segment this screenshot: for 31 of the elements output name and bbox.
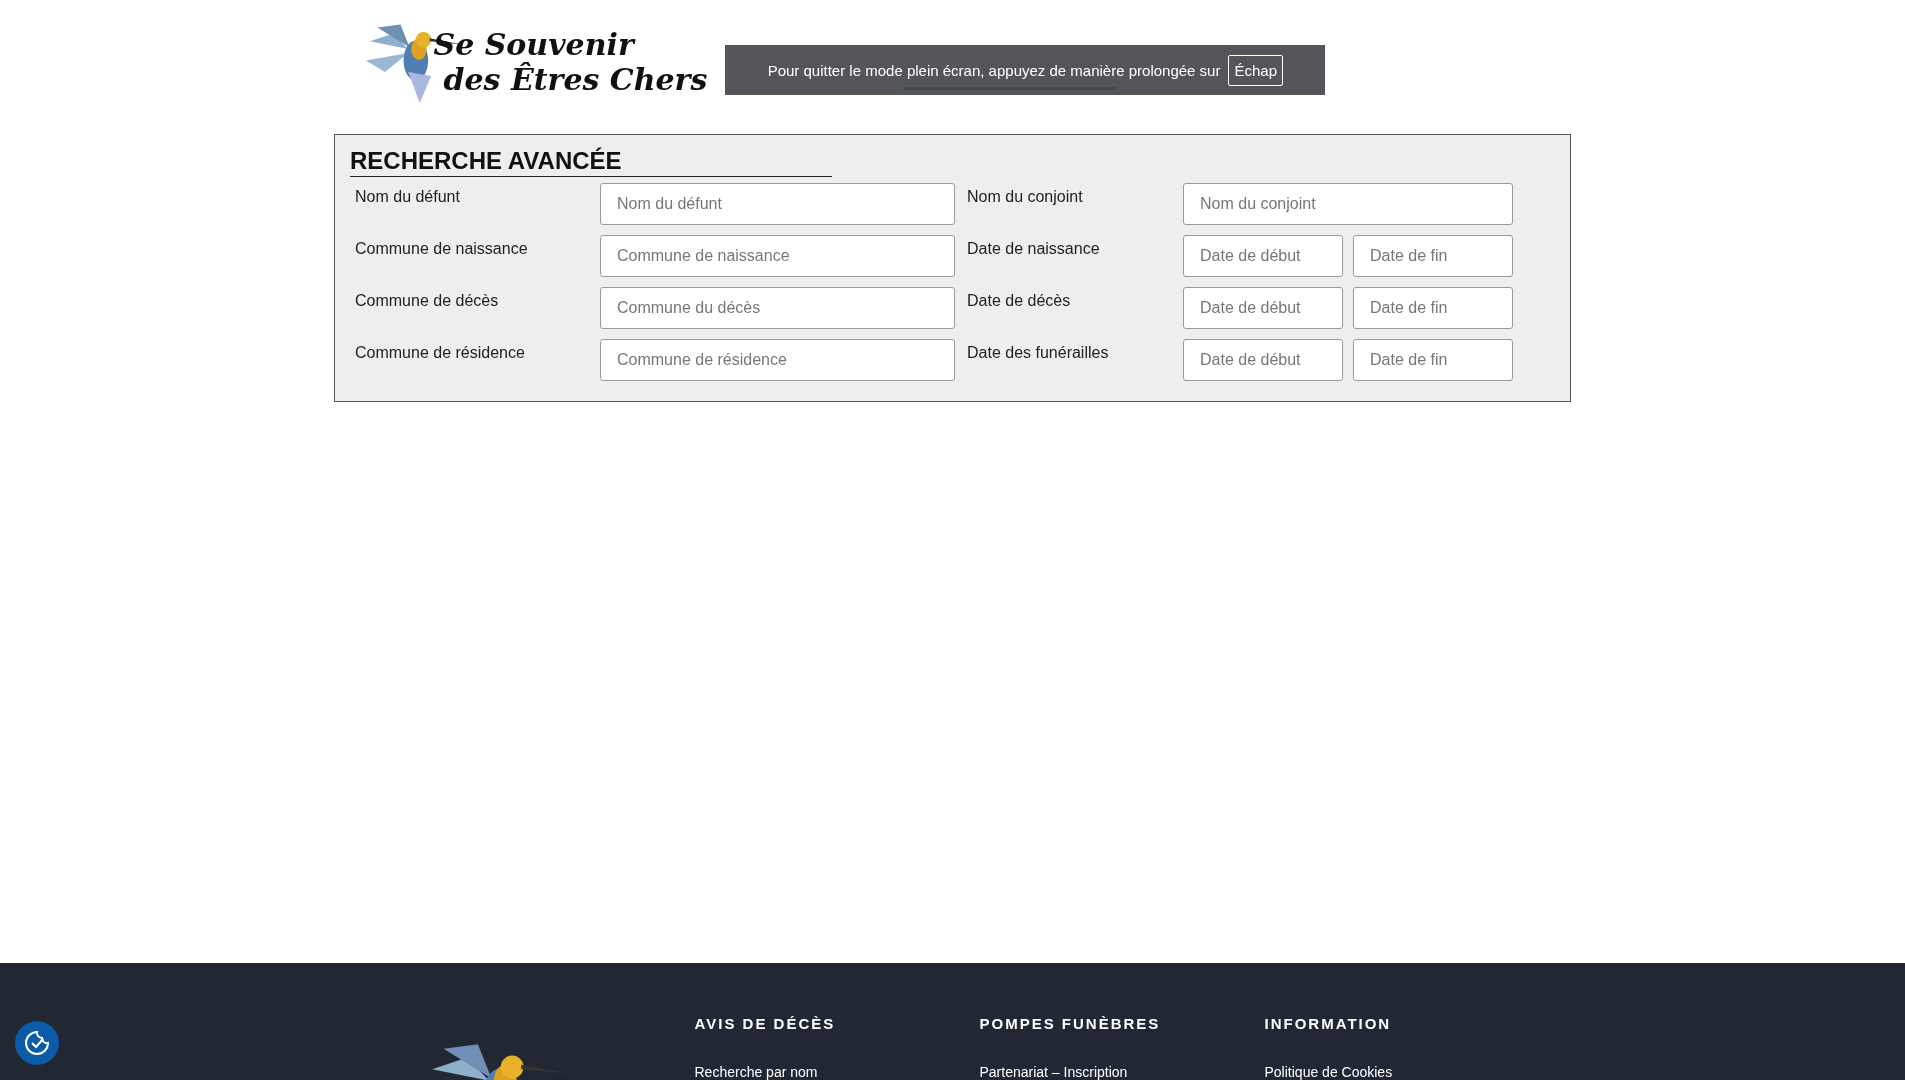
footer-link[interactable]: Politique de Cookies — [1264, 1064, 1393, 1080]
date-field[interactable]: Date de début — [1183, 287, 1343, 329]
field-label: Date des funérailles — [966, 343, 1110, 363]
field-label: Commune de résidence — [354, 343, 526, 363]
key-label: Échap — [1228, 54, 1283, 86]
input-field[interactable]: Nom du défunt — [600, 183, 955, 225]
panel-title: RECHERCHE AVANCÉE — [350, 147, 832, 177]
footer-heading: AVIS DE DÉCÈS — [694, 1015, 837, 1032]
date-field[interactable]: Date de fin — [1353, 339, 1513, 381]
logo-text: Se Souvenir — [433, 28, 637, 62]
date-field[interactable]: Date de fin — [1353, 235, 1513, 277]
field-label: Commune de naissance — [354, 239, 529, 259]
logo-text: des Êtres Chers — [443, 62, 708, 97]
footer-heading: POMPES FUNÈBRES — [979, 1015, 1162, 1032]
input-field[interactable]: Nom du conjoint — [1183, 183, 1513, 225]
field-label: Date de naissance — [966, 239, 1101, 259]
input-field[interactable]: Commune de résidence — [600, 339, 955, 381]
date-field[interactable]: Date de fin — [1353, 287, 1513, 329]
date-field[interactable]: Date de début — [1183, 235, 1343, 277]
footer-link[interactable]: Recherche par nom — [694, 1064, 818, 1080]
input-field[interactable]: Commune de naissance — [600, 235, 955, 277]
field-label: Nom du défunt — [354, 187, 461, 207]
footer-heading: INFORMATION — [1264, 1015, 1393, 1032]
field-label: Date de décès — [966, 291, 1072, 311]
notice-text: Pour quitter le mode plein écran, appuyez de manière prolongée sur — [767, 61, 1221, 79]
field-label: Commune de décès — [354, 291, 500, 311]
cookie-check-icon — [23, 1029, 51, 1057]
field-label: Nom du conjoint — [966, 187, 1084, 207]
footer-link[interactable]: Partenariat – Inscription — [979, 1064, 1128, 1080]
date-field[interactable]: Date de début — [1183, 339, 1343, 381]
input-field[interactable]: Commune du décès — [600, 287, 955, 329]
